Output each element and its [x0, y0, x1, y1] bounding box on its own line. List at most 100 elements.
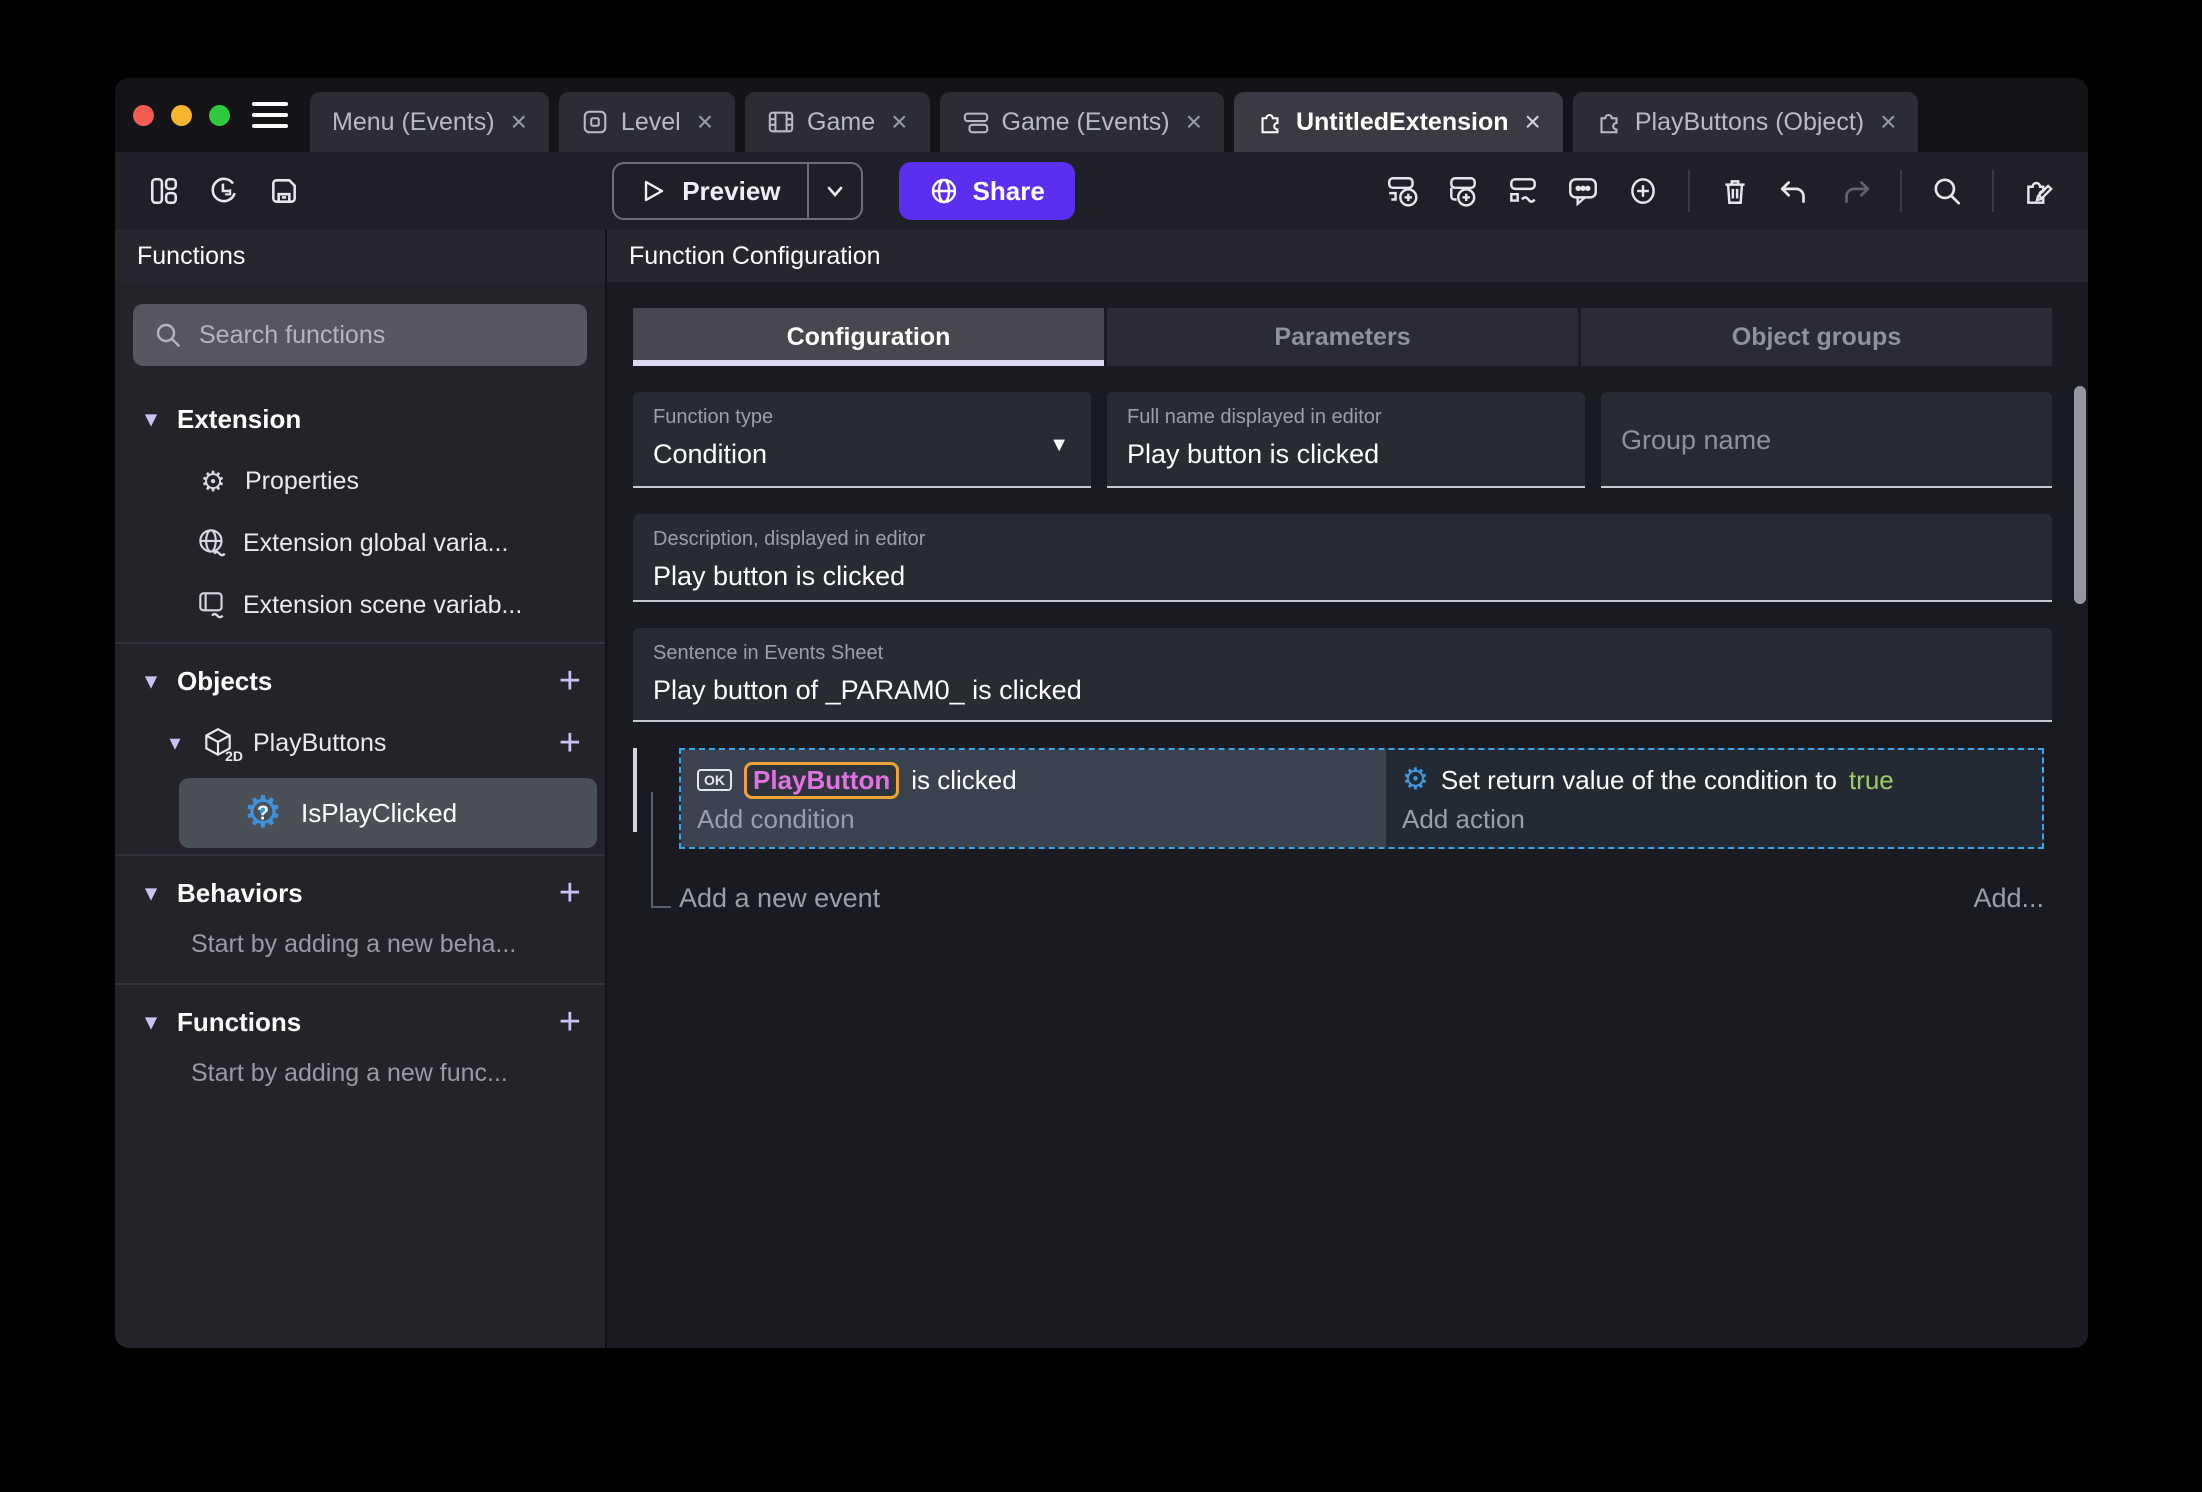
tab-playbuttons-object[interactable]: PlayButtons (Object) × [1572, 92, 1919, 152]
dropdown-arrow-icon[interactable]: ▼ [1049, 434, 1069, 457]
close-icon[interactable]: × [697, 106, 713, 138]
events-sheet: OK PlayButton is clicked Add condition ⚙… [633, 748, 2044, 914]
add-more-button[interactable] [1620, 168, 1666, 214]
main-title: Function Configuration [629, 241, 881, 270]
history-icon [211, 177, 236, 203]
add-event-icon [1387, 177, 1418, 207]
close-icon[interactable]: × [891, 106, 907, 138]
tree-item-playbuttons[interactable]: ▾ 2D PlayButtons + [115, 712, 605, 774]
sentence-value: Play button of _PARAM0_ is clicked [653, 675, 1082, 705]
search-functions-input[interactable] [199, 320, 567, 350]
minimize-window-button[interactable] [171, 104, 192, 126]
tree-item-label: PlayButtons [253, 728, 387, 757]
film-icon [768, 111, 794, 133]
plus-circle-icon [1631, 178, 1655, 204]
add-new-event-button[interactable]: Add a new event [679, 883, 880, 914]
conditions-cell[interactable]: OK PlayButton is clicked Add condition [681, 750, 1386, 847]
tab-parameters[interactable]: Parameters [1107, 308, 1578, 366]
group-name-input[interactable] [1621, 424, 2032, 456]
tree-item-extension-scene-variables[interactable]: Extension scene variab... [115, 574, 605, 636]
tab-game[interactable]: Game × [745, 92, 930, 152]
tree-section-extension[interactable]: ▾ Extension [115, 388, 605, 450]
chevron-down-icon[interactable]: ▾ [139, 406, 163, 432]
add-object-function-button[interactable]: + [559, 724, 581, 762]
preview-options-button[interactable] [806, 164, 861, 218]
save-button[interactable] [261, 168, 307, 214]
add-behavior-button[interactable]: + [559, 874, 581, 912]
tree-item-extension-global-variables[interactable]: Extension global varia... [115, 512, 605, 574]
scrollbar-thumb[interactable] [2074, 386, 2086, 604]
editor-tabs: Menu (Events) × Level × Game × Game (Eve… [310, 92, 1919, 152]
event-block-selected[interactable]: OK PlayButton is clicked Add condition ⚙… [679, 748, 2044, 849]
sentence-field[interactable]: Sentence in Events Sheet Play button of … [633, 628, 2052, 722]
tree-item-label: Properties [245, 466, 359, 495]
group-name-field[interactable] [1601, 392, 2052, 488]
tab-label: Game [807, 107, 876, 136]
tab-level[interactable]: Level × [558, 92, 736, 152]
add-function-button[interactable]: + [559, 1003, 581, 1041]
close-icon[interactable]: × [1524, 106, 1540, 138]
delete-button[interactable] [1712, 168, 1758, 214]
tree-item-isplayclicked-selected[interactable]: ⚙ ? IsPlayClicked [179, 778, 597, 848]
redo-button[interactable] [1832, 168, 1878, 214]
tab-untitled-extension[interactable]: UntitledExtension × [1233, 92, 1563, 152]
undo-button[interactable] [1772, 168, 1818, 214]
action-line[interactable]: ⚙ Set return value of the condition to t… [1402, 760, 2026, 800]
search-wrap [115, 282, 605, 388]
condition-object-chip[interactable]: PlayButton [744, 761, 900, 799]
tree-divider [115, 854, 605, 856]
extension-edit-icon [2027, 181, 2053, 204]
tab-object-groups[interactable]: Object groups [1581, 308, 2052, 366]
section-label: Extension [177, 403, 302, 434]
chevron-down-icon[interactable]: ▾ [139, 668, 163, 694]
preview-button[interactable]: Preview [614, 176, 806, 207]
menu-hamburger-icon[interactable] [252, 102, 288, 128]
add-subevent-button[interactable] [1440, 168, 1486, 214]
chevron-down-icon[interactable]: ▾ [139, 880, 163, 906]
function-configuration-panel: Function Configuration Configuration Par… [607, 230, 2088, 1348]
puzzle-icon [1600, 114, 1618, 134]
selected-event-marker [633, 748, 637, 832]
add-other-event-button[interactable] [1500, 168, 1546, 214]
close-window-button[interactable] [133, 104, 154, 126]
field-label: Description, displayed in editor [653, 528, 926, 550]
chevron-down-icon[interactable]: ▾ [163, 730, 187, 756]
add-object-button[interactable]: + [559, 662, 581, 700]
description-field[interactable]: Description, displayed in editor Play bu… [633, 514, 2052, 602]
add-more-events-button[interactable]: Add... [1973, 883, 2044, 914]
tree-section-behaviors[interactable]: ▾ Behaviors + [115, 862, 605, 924]
tab-configuration[interactable]: Configuration [633, 308, 1104, 366]
full-name-field[interactable]: Full name displayed in editor Play butto… [1107, 392, 1585, 488]
close-icon[interactable]: × [1880, 106, 1896, 138]
share-button[interactable]: Share [898, 162, 1075, 220]
actions-cell[interactable]: ⚙ Set return value of the condition to t… [1386, 750, 2042, 847]
tree-section-objects[interactable]: ▾ Objects + [115, 650, 605, 712]
events-list-icon [963, 112, 988, 134]
history-button[interactable] [201, 168, 247, 214]
function-type-field[interactable]: Function type Condition ▼ [633, 392, 1091, 488]
toolbar-separator [1992, 170, 1994, 212]
close-icon[interactable]: × [511, 106, 527, 138]
edit-extension-button[interactable] [2016, 168, 2062, 214]
comment-icon [1569, 178, 1597, 207]
puzzle-icon [1261, 114, 1279, 134]
add-condition-button[interactable]: Add condition [697, 804, 1370, 835]
search-functions-box[interactable] [133, 304, 587, 366]
gear-icon: ⚙ [200, 465, 226, 497]
scene-variables-icon [199, 592, 224, 619]
search-button[interactable] [1924, 168, 1970, 214]
chevron-down-icon[interactable]: ▾ [139, 1009, 163, 1035]
field-label: Sentence in Events Sheet [653, 642, 884, 664]
add-comment-button[interactable] [1560, 168, 1606, 214]
zoom-window-button[interactable] [209, 104, 230, 126]
add-event-button[interactable] [1380, 168, 1426, 214]
sidebar-header: Functions [115, 230, 605, 282]
tree-section-functions[interactable]: ▾ Functions + [115, 991, 605, 1053]
tab-menu-events[interactable]: Menu (Events) × [310, 92, 549, 152]
tab-game-events[interactable]: Game (Events) × [939, 92, 1224, 152]
condition-line[interactable]: OK PlayButton is clicked [697, 760, 1370, 800]
add-action-button[interactable]: Add action [1402, 804, 2026, 835]
tree-item-properties[interactable]: ⚙ Properties [115, 450, 605, 512]
close-icon[interactable]: × [1186, 106, 1202, 138]
layout-panels-button[interactable] [141, 168, 187, 214]
